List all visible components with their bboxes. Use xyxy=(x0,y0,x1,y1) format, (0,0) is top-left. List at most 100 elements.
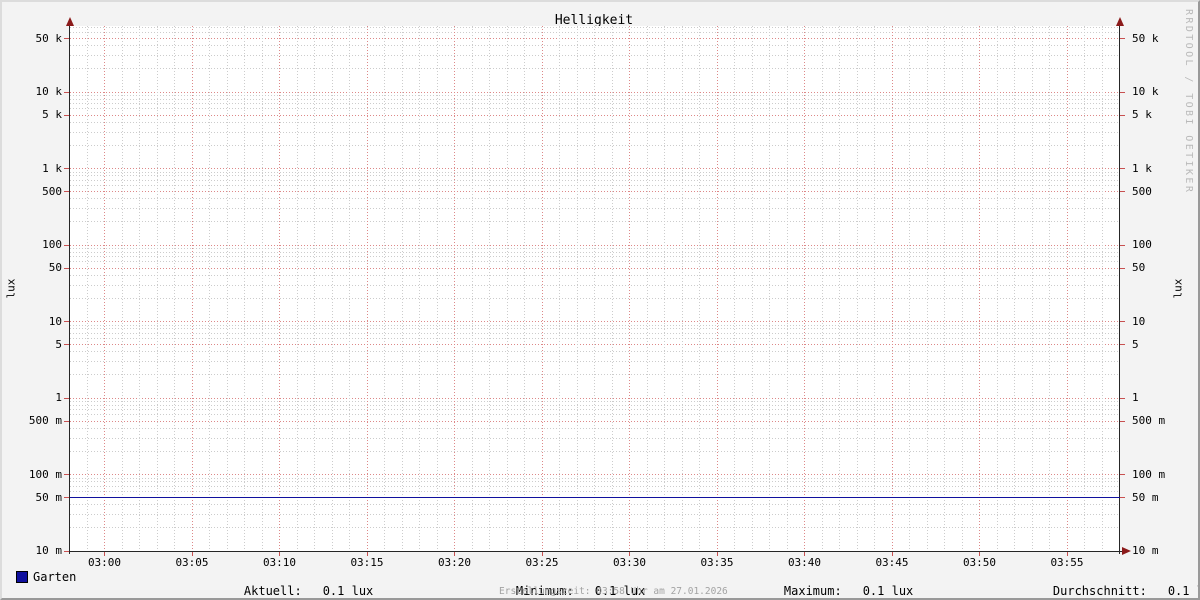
y-axis-left-line xyxy=(69,22,70,554)
x-tick-label: 03:20 xyxy=(437,556,472,569)
rrdtool-graph: Helligkeit RRDTOOL / TOBI OETIKER lux lu… xyxy=(0,0,1200,600)
gridline-v-minor xyxy=(821,26,823,551)
gridline-v-minor xyxy=(174,26,175,551)
stat-aktuell-value: 0.1 lux xyxy=(322,584,374,598)
y-tick-label-right: 500 m xyxy=(1132,414,1166,428)
gridline-v-minor xyxy=(436,26,438,551)
legend-series-label: Garten xyxy=(33,570,77,584)
gridline-v-minor xyxy=(961,26,963,551)
gridline-v-minor xyxy=(296,26,298,551)
x-tick-label: 03:40 xyxy=(787,556,822,569)
y-tick-label-left: 100 m xyxy=(28,467,62,481)
y-axis-right-arrow-icon xyxy=(1115,17,1124,26)
gridline-v-minor xyxy=(856,26,858,551)
gridline-v-minor xyxy=(944,26,945,551)
gridline-v-minor xyxy=(349,26,350,551)
y-axis-left-arrow-icon xyxy=(65,17,74,26)
y-axis-tick-right xyxy=(1120,497,1125,499)
y-axis-tick-right xyxy=(1120,91,1125,93)
gridline-v-minor xyxy=(1049,26,1050,551)
gridline-v-minor xyxy=(156,26,158,551)
y-tick-label-left: 10 m xyxy=(35,544,63,557)
gridline-v-minor xyxy=(664,26,665,551)
gridline-v-minor xyxy=(909,26,910,551)
gridline-v-minor xyxy=(576,26,578,551)
y-axis-tick-right xyxy=(1120,321,1125,322)
gridline-v-minor xyxy=(489,26,490,551)
gridline-v-major xyxy=(366,26,368,551)
y-axis-tick-right xyxy=(1120,344,1125,346)
gridline-v-major xyxy=(629,26,630,551)
x-tick-label: 03:10 xyxy=(262,556,297,569)
gridline-v-minor xyxy=(751,26,753,551)
gridline-v-minor xyxy=(594,26,595,551)
y-tick-label-right: 10 k xyxy=(1132,85,1159,98)
gridline-v-minor xyxy=(646,26,648,551)
gridline-v-major xyxy=(279,26,280,551)
gridline-v-minor xyxy=(419,26,420,551)
y-tick-label-left: 10 k xyxy=(35,85,63,98)
y-axis-tick-right xyxy=(1120,397,1125,399)
gridline-v-major xyxy=(716,26,718,551)
y-tick-label-right: 50 xyxy=(1132,261,1146,275)
stat-maximum-value: 0.1 lux xyxy=(862,584,914,598)
gridline-v-minor xyxy=(926,26,928,551)
gridline-v-major xyxy=(104,26,105,551)
gridline-v-minor xyxy=(506,26,508,551)
y-tick-label-right: 5 xyxy=(1132,337,1139,351)
y-tick-label-left: 100 xyxy=(42,238,62,251)
stat-durchschnitt-value: 0.1 lux xyxy=(1167,584,1198,598)
stat-aktuell-label: Aktuell: xyxy=(243,584,302,598)
y-axis-tick-right xyxy=(1120,191,1125,193)
y-axis-label-left: lux xyxy=(4,278,18,299)
x-axis-line xyxy=(69,551,1125,552)
stat-aktuell: Aktuell: 0.1 lux xyxy=(215,570,374,598)
gridline-v-minor xyxy=(471,26,473,551)
y-tick-label-right: 100 xyxy=(1132,238,1152,251)
y-axis-tick-right xyxy=(1120,168,1125,169)
gridline-v-minor xyxy=(331,26,333,551)
y-axis-label-right: lux xyxy=(1171,278,1185,299)
gridline-v-major xyxy=(454,26,455,551)
gridline-v-minor xyxy=(559,26,560,551)
y-axis-tick-right xyxy=(1120,474,1125,475)
gridline-v-major xyxy=(191,26,193,551)
gridline-v-minor xyxy=(244,26,245,551)
x-tick-label: 03:55 xyxy=(1050,556,1084,569)
gridline-v-minor xyxy=(681,26,683,551)
y-axis-tick-right xyxy=(1120,38,1125,40)
stat-durchschnitt: Durchschnitt: 0.1 lux xyxy=(1024,570,1198,598)
y-axis-tick-right xyxy=(1120,244,1125,246)
y-tick-label-left: 1 xyxy=(55,391,62,404)
y-axis-tick-right xyxy=(1120,114,1125,116)
y-axis-tick-right xyxy=(1120,420,1125,422)
y-tick-label-right: 50 m xyxy=(1132,490,1159,504)
stat-maximum: Maximum: 0.1 lux xyxy=(755,570,914,598)
y-tick-label-right: 500 xyxy=(1132,184,1152,198)
x-tick-label: 03:00 xyxy=(87,556,122,569)
gridline-v-minor xyxy=(1084,26,1085,551)
x-tick-label: 03:25 xyxy=(525,556,559,569)
y-tick-label-left: 5 xyxy=(55,337,62,351)
gridline-v-minor xyxy=(121,26,123,551)
y-tick-label-left: 50 k xyxy=(35,31,63,45)
y-tick-label-left: 500 xyxy=(42,184,62,198)
gridline-v-minor xyxy=(874,26,875,551)
gridline-v-major xyxy=(979,26,980,551)
gridline-v-major xyxy=(1066,26,1068,551)
y-axis-right-line xyxy=(1119,22,1120,554)
gridline-v-minor xyxy=(1014,26,1015,551)
gridline-v-major xyxy=(541,26,543,551)
y-tick-label-right: 100 m xyxy=(1132,467,1166,481)
gridline-v-minor xyxy=(786,26,788,551)
gridline-v-minor xyxy=(1031,26,1033,551)
gridline-v-minor xyxy=(699,26,700,551)
rrdtool-watermark: RRDTOOL / TOBI OETIKER xyxy=(1183,9,1194,195)
y-tick-label-left: 10 xyxy=(48,314,62,328)
y-tick-label-left: 50 m xyxy=(35,490,63,504)
x-tick-label: 03:15 xyxy=(350,556,384,569)
y-tick-label-left: 500 m xyxy=(28,414,62,428)
gridline-v-minor xyxy=(1101,26,1103,551)
gridline-v-minor xyxy=(996,26,998,551)
gridline-v-major xyxy=(891,26,893,551)
